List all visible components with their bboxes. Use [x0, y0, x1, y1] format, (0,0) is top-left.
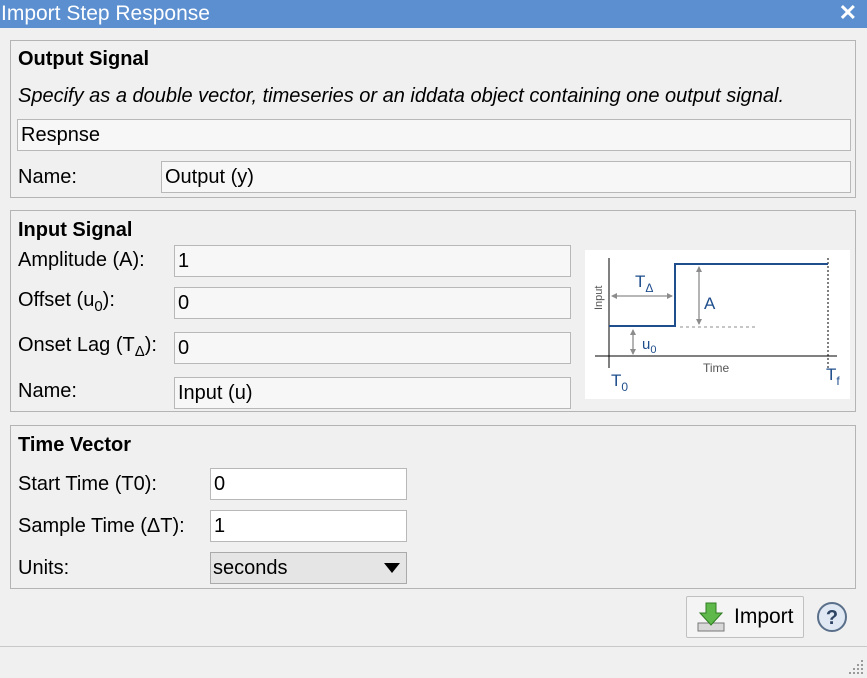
diagram-tdelta-label: TΔ	[635, 272, 653, 295]
diagram-u0-label: u0	[642, 336, 656, 356]
units-label: Units:	[18, 557, 70, 579]
window-title: Import Step Response	[1, 2, 210, 25]
input-name-field[interactable]: Input (u)	[174, 377, 571, 409]
svg-text:?: ?	[826, 607, 838, 629]
step-response-diagram: Input Time T0 Tf TΔ A u0	[585, 250, 850, 399]
diagram-x-label: Time	[703, 361, 730, 375]
sample-time-field[interactable]: 1	[210, 510, 407, 542]
output-name-field[interactable]: Output (y)	[161, 161, 851, 193]
step-diagram-svg: Input Time T0 Tf TΔ A u0	[593, 258, 840, 394]
help-button[interactable]: ?	[816, 601, 848, 633]
input-signal-title: Input Signal	[18, 219, 133, 241]
units-selected-value: seconds	[213, 557, 288, 579]
output-name-label: Name:	[18, 166, 77, 188]
diagram-amplitude-label: A	[704, 294, 716, 313]
start-time-field[interactable]: 0	[210, 468, 407, 500]
onset-lag-field[interactable]: 0	[174, 332, 571, 364]
help-icon: ?	[817, 602, 847, 632]
diagram-t0-label: T0	[611, 371, 628, 394]
output-signal-description: Specify as a double vector, timeseries o…	[18, 85, 785, 107]
amplitude-label: Amplitude (A):	[18, 249, 145, 271]
import-download-icon	[697, 602, 725, 632]
units-dropdown[interactable]: seconds	[210, 552, 407, 584]
title-bar: Import Step Response ✕	[0, 0, 867, 28]
diagram-y-label: Input	[593, 286, 605, 310]
diagram-tf-label: Tf	[826, 365, 840, 388]
resize-grip-icon[interactable]	[847, 658, 865, 676]
import-button[interactable]: Import	[686, 596, 804, 638]
output-signal-panel: Output Signal Specify as a double vector…	[10, 40, 856, 198]
status-bar	[0, 646, 867, 678]
close-icon[interactable]: ✕	[839, 0, 857, 27]
input-name-label: Name:	[18, 380, 77, 402]
output-signal-title: Output Signal	[18, 48, 150, 70]
offset-label: Offset (u0):	[18, 289, 115, 315]
onset-lag-label: Onset Lag (TΔ):	[18, 334, 157, 360]
sample-time-label: Sample Time (ΔT):	[18, 515, 185, 537]
amplitude-field[interactable]: 1	[174, 245, 571, 277]
time-vector-title: Time Vector	[18, 434, 132, 456]
dropdown-arrow-icon	[384, 563, 400, 573]
time-vector-panel: Time Vector Start Time (T0): 0 Sample Ti…	[10, 425, 856, 589]
output-signal-input[interactable]: Respnse	[17, 119, 851, 151]
import-button-label: Import	[734, 605, 794, 628]
offset-field[interactable]: 0	[174, 287, 571, 319]
start-time-label: Start Time (T0):	[18, 473, 157, 495]
